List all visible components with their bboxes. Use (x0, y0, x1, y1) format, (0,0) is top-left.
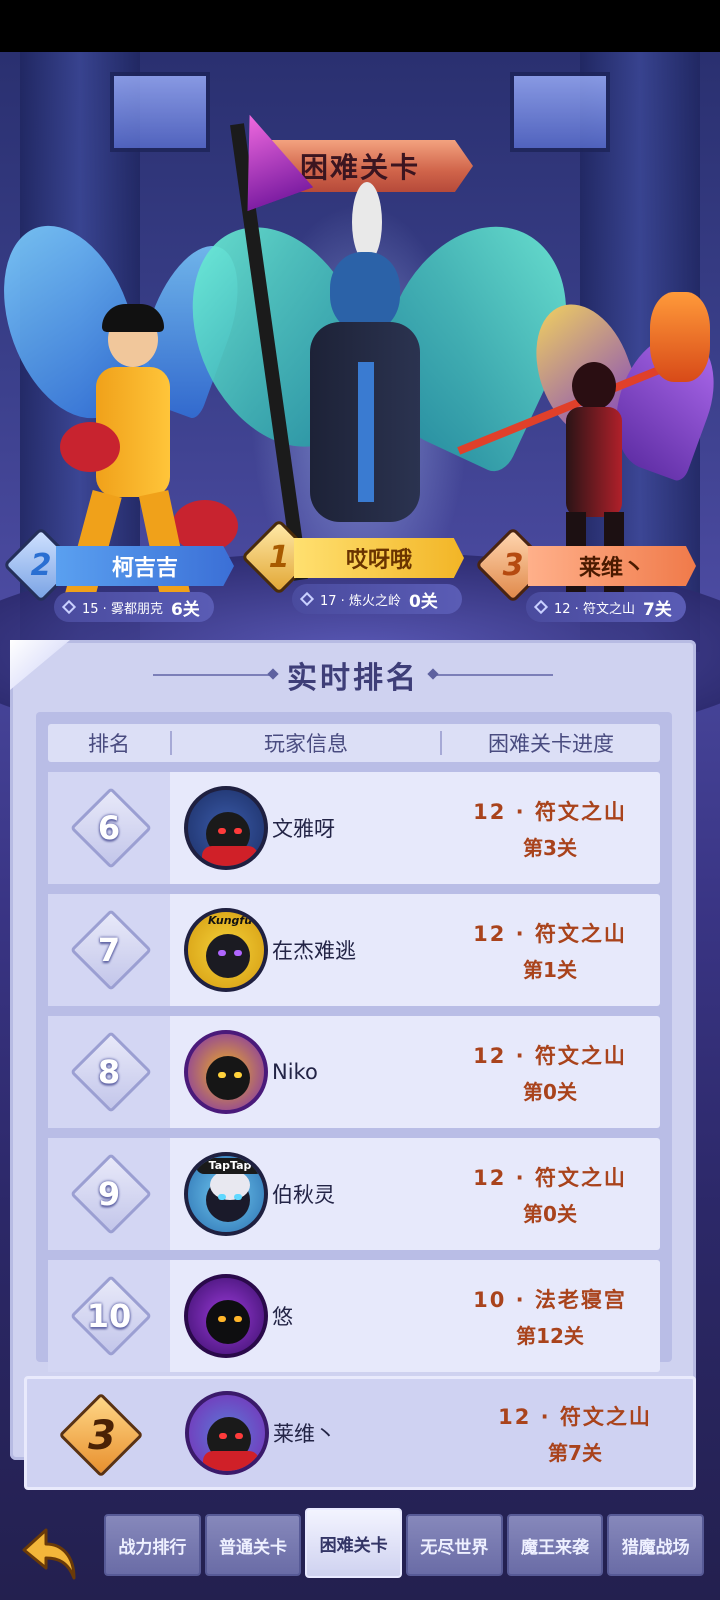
ranking-panel: 实时排名 排名 玩家信息 困难关卡进度 6 文雅呀 12 · 符文之山 第3关 … (10, 640, 696, 1460)
panel-title-row: 实时排名 (10, 640, 696, 710)
podium-level: 0关 (408, 591, 438, 612)
player-name: 在杰难逃 (272, 939, 356, 963)
progress-stage: 12 · 符文之山 (473, 1043, 627, 1068)
rank-number: 6 (97, 809, 121, 847)
diamond-icon (61, 599, 77, 615)
progress-level: 第3关 (523, 835, 577, 860)
table-header: 排名 玩家信息 困难关卡进度 (48, 724, 660, 762)
table-row[interactable]: 9 TapTap 伯秋灵 12 · 符文之山 第0关 (48, 1138, 660, 1250)
player-name: 悠 (272, 1305, 293, 1329)
table-row[interactable]: 7 Kungfu 在杰难逃 12 · 符文之山 第1关 (48, 894, 660, 1006)
my-rank-number: 3 (88, 1413, 116, 1459)
player-name: Niko (272, 1060, 318, 1084)
progress-stage: 10 · 法老寝宫 (473, 1287, 627, 1312)
table-row[interactable]: 8 Niko 12 · 符文之山 第0关 (48, 1016, 660, 1128)
podium-stage: 15 · 雾都朋克 (82, 601, 163, 617)
title-divider-left (153, 674, 273, 676)
back-button[interactable] (14, 1518, 86, 1590)
player-info: TapTap 伯秋灵 (170, 1138, 440, 1250)
podium-stage: 17 · 炼火之岭 (320, 593, 401, 609)
podium-rank-3[interactable]: 3 莱维丶 12 · 符文之山 7关 (474, 526, 706, 628)
podium-level: 6关 (170, 599, 200, 620)
progress-cell: 12 · 符文之山 第3关 (440, 772, 660, 884)
rank-cell: 7 (48, 894, 170, 1006)
diamond-icon (533, 599, 549, 615)
tab-power-ranking[interactable]: 战力排行 (104, 1514, 201, 1576)
header-player: 玩家信息 (264, 732, 348, 756)
player-avatar[interactable] (184, 1030, 268, 1114)
back-arrow-icon (22, 1528, 76, 1580)
my-player-info: 莱维丶 (177, 1379, 457, 1487)
my-avatar[interactable] (185, 1391, 269, 1475)
status-bar (0, 0, 720, 52)
progress-level: 第1关 (523, 957, 577, 982)
tab-hard-stage[interactable]: 困难关卡 (305, 1508, 403, 1578)
podium-stage: 12 · 符文之山 (554, 601, 635, 617)
my-progress-cell: 12 · 符文之山 第7关 (457, 1379, 693, 1487)
panel-title: 实时排名 (287, 661, 419, 696)
rank-number: 9 (97, 1175, 121, 1213)
my-player-name: 莱维丶 (273, 1422, 336, 1446)
rank-number: 7 (97, 931, 121, 969)
progress-cell: 12 · 符文之山 第1关 (440, 894, 660, 1006)
tab-normal-stage[interactable]: 普通关卡 (204, 1514, 302, 1576)
progress-cell: 10 · 法老寝宫 第12关 (440, 1260, 660, 1372)
title-divider-right (433, 674, 553, 676)
avatar-badge-text: Kungfu (207, 914, 253, 927)
player-avatar[interactable] (184, 1274, 268, 1358)
player-info: Niko (170, 1016, 440, 1128)
header-progress: 困难关卡进度 (488, 732, 614, 756)
header-rank: 排名 (88, 732, 130, 756)
podium-stage-info: 17 · 炼火之岭 0关 (292, 584, 462, 614)
progress-stage: 12 · 符文之山 (473, 799, 627, 824)
player-avatar[interactable]: TapTap (184, 1152, 268, 1236)
player-info: 悠 (170, 1260, 440, 1372)
player-name: 伯秋灵 (272, 1183, 335, 1207)
player-info: 文雅呀 (170, 772, 440, 884)
tab-bar: 战力排行 普通关卡 困难关卡 无尽世界 魔王来袭 猎魔战场 (104, 1508, 705, 1578)
progress-stage: 12 · 符文之山 (473, 1165, 627, 1190)
tab-demon-attack[interactable]: 魔王来袭 (506, 1514, 604, 1576)
avatar-badge-text: TapTap (196, 1158, 264, 1174)
podium-player-name: 哎呀哦 (294, 538, 464, 578)
podium-level: 7关 (642, 599, 672, 620)
progress-level: 第0关 (523, 1201, 577, 1226)
progress-cell: 12 · 符文之山 第0关 (440, 1016, 660, 1128)
diamond-icon (299, 591, 315, 607)
rank-cell: 9 (48, 1138, 170, 1250)
progress-level: 第0关 (523, 1079, 577, 1104)
podium-stage-info: 15 · 雾都朋克 6关 (54, 592, 214, 622)
table-row[interactable]: 10 悠 10 · 法老寝宫 第12关 (48, 1260, 660, 1372)
podium-rank-1[interactable]: 1 哎呀哦 17 · 炼火之岭 0关 (240, 518, 472, 620)
player-avatar[interactable]: Kungfu (184, 908, 268, 992)
my-rank-cell: 3 (27, 1379, 177, 1487)
my-progress-level: 第7关 (548, 1440, 602, 1465)
my-progress-stage: 12 · 符文之山 (498, 1404, 652, 1429)
progress-cell: 12 · 符文之山 第0关 (440, 1138, 660, 1250)
ranking-list[interactable]: 排名 玩家信息 困难关卡进度 6 文雅呀 12 · 符文之山 第3关 7 Kun… (36, 712, 672, 1372)
podium-rank-2[interactable]: 2 柯吉吉 15 · 雾都朋克 6关 (2, 526, 234, 628)
progress-stage: 12 · 符文之山 (473, 921, 627, 946)
rank-cell: 6 (48, 772, 170, 884)
podium-stage-info: 12 · 符文之山 7关 (526, 592, 686, 622)
my-ranking-row[interactable]: 3 莱维丶 12 · 符文之山 第7关 (24, 1376, 696, 1490)
rank-number: 8 (97, 1053, 121, 1091)
rank-cell: 10 (48, 1260, 170, 1372)
player-info: Kungfu 在杰难逃 (170, 894, 440, 1006)
player-avatar[interactable] (184, 786, 268, 870)
podium-player-name: 莱维丶 (528, 546, 696, 586)
tab-demon-hunt-arena[interactable]: 猎魔战场 (607, 1514, 705, 1576)
table-row[interactable]: 6 文雅呀 12 · 符文之山 第3关 (48, 772, 660, 884)
progress-level: 第12关 (516, 1323, 584, 1348)
podium-player-name: 柯吉吉 (56, 546, 234, 586)
tab-endless-world[interactable]: 无尽世界 (406, 1514, 503, 1576)
rank-number: 10 (86, 1297, 132, 1335)
rank-cell: 8 (48, 1016, 170, 1128)
player-name: 文雅呀 (272, 817, 335, 841)
